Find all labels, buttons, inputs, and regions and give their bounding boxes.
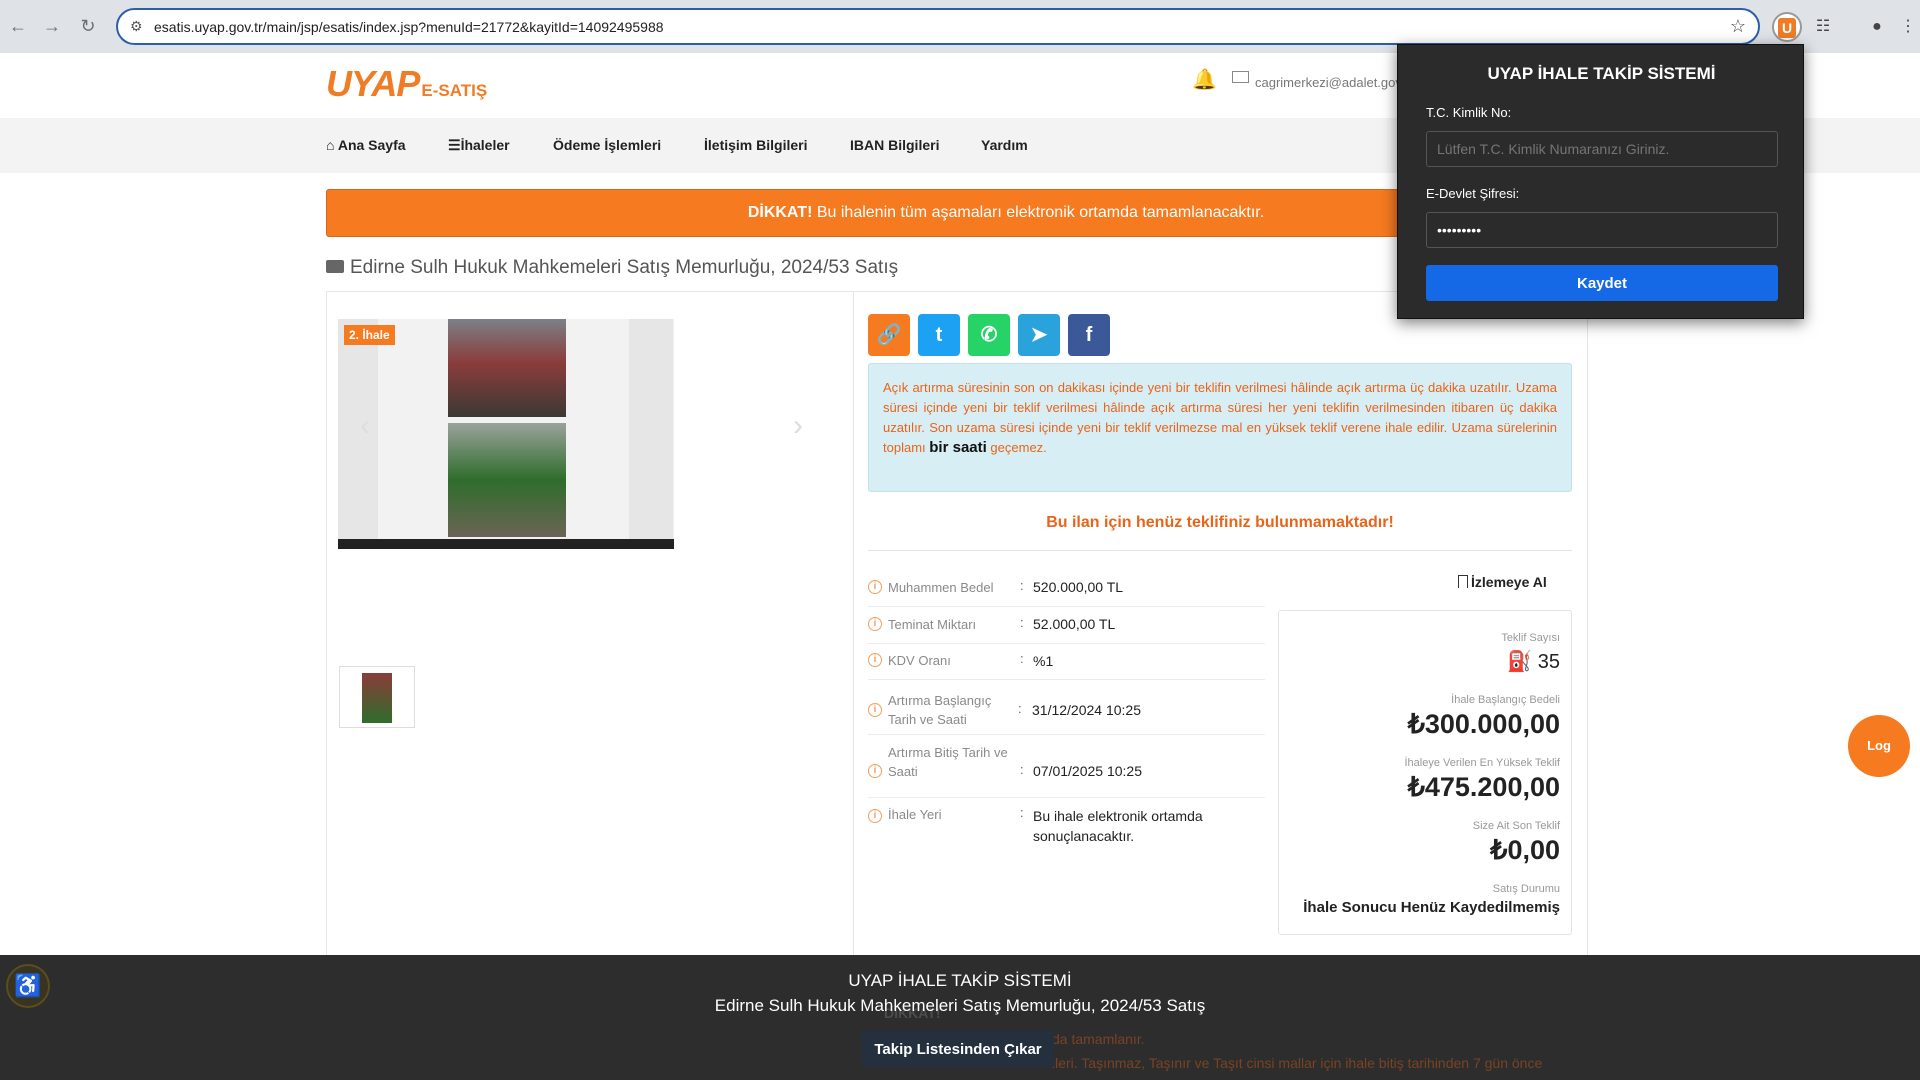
browser-menu-icon[interactable]: ⋮ [1898,12,1918,42]
copy-link-icon[interactable]: 🔗 [868,314,910,356]
watch-button[interactable]: İzlemeye Al [1458,574,1547,590]
folder-open-icon [326,260,344,273]
no-bid-message: Bu ilan için henüz teklifiniz bulunmamak… [1046,514,1394,531]
remove-from-watchlist-button[interactable]: Takip Listesinden Çıkar [862,1031,1054,1067]
details-pane: 🔗 t ✆ ➤ f Açık artırma süresinin son on … [868,292,1578,962]
save-button[interactable]: Kaydet [1426,265,1778,301]
info-circle-icon: i [868,580,882,594]
detail-row: i KDV Oranı : %1 [868,650,1265,680]
site-info-icon[interactable]: ⚙ [130,18,148,36]
telegram-icon[interactable]: ➤ [1018,314,1060,356]
nav-yardim[interactable]: Yardım [981,137,1028,153]
extensions-puzzle-icon[interactable]: ☷ [1808,12,1838,42]
mail-icon [1232,71,1249,83]
bottom-bar-subtitle: Edirne Sulh Hukuk Mahkemeleri Satış Memu… [714,996,1206,1015]
sale-status-value: İhale Sonucu Henüz Kaydedilmemiş [1303,899,1560,916]
image-carousel[interactable]: 2. İhale ‹ [338,319,674,549]
nav-ana-sayfa[interactable]: ⌂ Ana Sayfa [326,137,406,153]
thumbnail-photo [362,673,392,723]
start-price-value: ₺300.000,00 [1407,709,1560,739]
tracking-bottom-bar: DİKKAT! da tamamlanır. ileri. Taşınmaz, … [0,955,1920,1080]
divider [868,550,1572,551]
bell-icon[interactable]: 🔔 [1192,67,1217,92]
bidders-icon: ⛽ [1507,651,1533,673]
twitter-icon[interactable]: t [918,314,960,356]
info-circle-icon: i [868,653,882,667]
notice-suffix: geçemez. [990,440,1047,455]
background-notice-line: da tamamlanır. [1052,1031,1145,1047]
back-icon[interactable]: ← [6,14,30,38]
bottom-bar-title: UYAP İHALE TAKİP SİSTEMİ [848,971,1072,990]
info-circle-icon: i [868,617,882,631]
tc-label: T.C. Kimlik No: [1426,105,1512,120]
logo-sub-text: E-SATIŞ [421,81,488,100]
profile-avatar-icon[interactable]: ● [1862,12,1892,42]
edevlet-password-input[interactable] [1426,212,1778,248]
facebook-icon[interactable]: f [1068,314,1110,356]
info-circle-icon: i [868,703,882,717]
warning-prefix: DİKKAT! [747,204,813,221]
url-text[interactable]: esatis.uyap.gov.tr/main/jsp/esatis/index… [154,19,664,35]
tractor-photo [448,319,566,417]
tracker-extension-popup: UYAP İHALE TAKİP SİSTEMİ T.C. Kimlik No:… [1397,44,1804,319]
home-icon: ⌂ [326,137,335,153]
carousel-side-right [629,319,673,549]
info-circle-icon: i [868,809,882,823]
notice-bold: bir saati [929,439,987,456]
auction-card: 2. İhale ‹ › 🔗 t ✆ ➤ f Açık artırma süre… [326,291,1588,962]
logo-main-text: UYAP [326,63,420,104]
accessibility-icon[interactable]: ♿ [6,964,50,1008]
carousel-strip [338,539,674,549]
carousel-next-icon[interactable]: › [793,409,803,443]
bid-summary-box: Teklif Sayısı ⛽ 35 İhale Başlangıç Bedel… [1278,610,1572,935]
page-title: Edirne Sulh Hukuk Mahkemeleri Satış Memu… [326,257,898,279]
bookmark-icon [1458,575,1468,588]
bookmark-star-icon[interactable]: ☆ [1730,16,1746,37]
reload-icon[interactable]: ↻ [76,14,100,38]
highest-bid-value: ₺475.200,00 [1407,772,1560,802]
popup-title: UYAP İHALE TAKİP SİSTEMİ [1487,64,1716,83]
highest-bid-label: İhaleye Verilen En Yüksek Teklif [1404,757,1560,769]
detail-row: i Muhammen Bedel : 520.000,00 TL [868,577,1265,607]
nav-ihaleler[interactable]: ☰İhaleler [448,137,510,154]
bid-count-label: Teklif Sayısı [1501,632,1560,644]
sale-status-label: Satış Durumu [1492,883,1560,895]
log-button[interactable]: Log [1848,715,1910,777]
warning-text: Bu ihalenin tüm aşamaları elektronik ort… [816,204,1265,221]
tc-kimlik-input[interactable] [1426,131,1778,167]
password-label: E-Devlet Şifresi: [1426,186,1520,201]
detail-row: i İhale Yeri : Bu ihale elektronik ortam… [868,804,1265,854]
nav-iban-bilgileri[interactable]: IBAN Bilgileri [850,137,939,153]
background-notice-line: ileri. Taşınmaz, Taşınır ve Taşıt cinsi … [1052,1055,1543,1071]
bid-count: ⛽ 35 [1507,651,1560,673]
carousel-prev-icon[interactable]: ‹ [360,409,370,443]
nav-odeme-islemleri[interactable]: Ödeme İşlemleri [553,137,661,153]
address-bar[interactable]: ⚙ esatis.uyap.gov.tr/main/jsp/esatis/ind… [116,8,1760,45]
auction-round-ribbon: 2. İhale [344,325,395,345]
extension-rules-notice: Açık artırma süresinin son on dakikası i… [868,363,1572,492]
detail-row: i Artırma Bitiş Tarih ve Saati : 07/01/2… [868,742,1265,798]
detail-row: i Teminat Miktarı : 52.000,00 TL [868,614,1265,644]
gallery-pane: 2. İhale ‹ › [327,292,854,962]
layers-icon: ☰ [448,137,461,153]
uyap-extension-icon[interactable]: U [1772,12,1802,42]
info-circle-icon: i [868,764,882,778]
whatsapp-icon[interactable]: ✆ [968,314,1010,356]
contact-email[interactable]: cagrimerkezi@adalet.gov [1255,75,1402,90]
forward-icon[interactable]: → [40,14,64,38]
nav-iletisim-bilgileri[interactable]: İletişim Bilgileri [704,137,807,153]
seeder-photo [448,423,566,537]
detail-row: i Artırma Başlangıç Tarih ve Saati : 31/… [868,690,1265,735]
my-bid-label: Size Ait Son Teklif [1472,820,1560,832]
carousel-side-left [338,319,378,549]
gallery-thumbnail[interactable] [339,666,415,728]
start-price-label: İhale Başlangıç Bedeli [1451,694,1560,706]
my-bid-value: ₺0,00 [1490,835,1560,865]
uyap-logo[interactable]: UYAP E-SATIŞ [326,63,487,105]
auction-title-text: Edirne Sulh Hukuk Mahkemeleri Satış Memu… [350,257,899,278]
